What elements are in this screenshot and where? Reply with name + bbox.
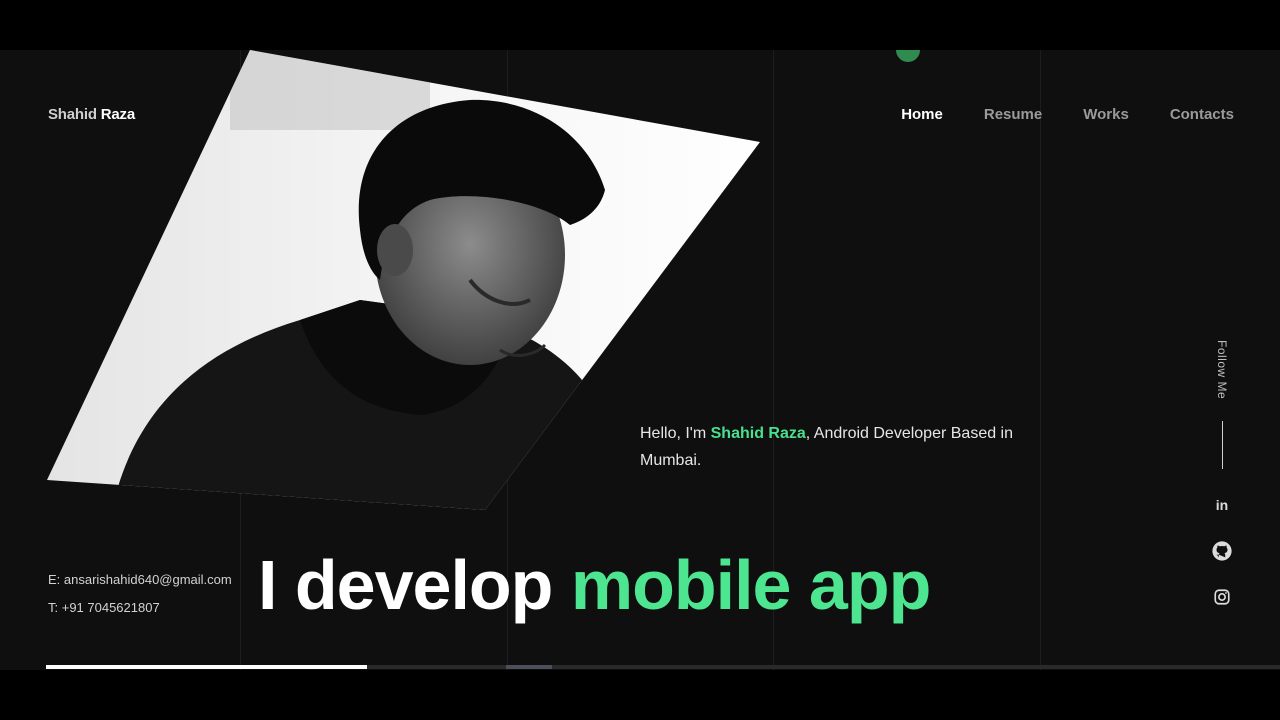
follow-label: Follow Me bbox=[1215, 340, 1229, 400]
nav-contacts[interactable]: Contacts bbox=[1170, 106, 1234, 123]
cursor-dot bbox=[896, 50, 920, 62]
nav-home[interactable]: Home bbox=[901, 106, 943, 123]
linkedin-glyph: in bbox=[1215, 497, 1229, 514]
contact-email[interactable]: E: ansarishahid640@gmail.com bbox=[48, 566, 232, 594]
slider-progress-marker bbox=[506, 665, 552, 669]
social-follow: Follow Me in bbox=[1210, 340, 1234, 609]
slider-progress-fill bbox=[46, 665, 367, 669]
site-frame: Shahid Raza Home Resume Works Contacts H… bbox=[0, 50, 1280, 670]
main-nav: Home Resume Works Contacts bbox=[901, 106, 1234, 123]
logo-last-name: Raza bbox=[100, 106, 135, 123]
intro-text: Hello, I'm Shahid Raza, Android Develope… bbox=[640, 420, 1030, 474]
headline-accent: mobile app bbox=[570, 546, 931, 624]
site-logo[interactable]: Shahid Raza bbox=[48, 106, 135, 123]
follow-divider bbox=[1221, 421, 1223, 470]
slider-progress-track bbox=[46, 665, 1280, 669]
nav-resume[interactable]: Resume bbox=[984, 106, 1042, 123]
grid-line bbox=[1040, 50, 1041, 670]
instagram-icon[interactable] bbox=[1210, 585, 1234, 609]
nav-works[interactable]: Works bbox=[1083, 106, 1129, 123]
logo-first-name: Shahid bbox=[48, 106, 97, 123]
github-icon[interactable] bbox=[1210, 539, 1234, 563]
hero-headline: I develop mobile app bbox=[258, 540, 931, 630]
linkedin-icon[interactable]: in bbox=[1210, 493, 1234, 517]
intro-name: Shahid Raza bbox=[710, 425, 806, 442]
headline-prefix: I develop bbox=[258, 546, 571, 624]
intro-prefix: Hello, I'm bbox=[640, 425, 711, 442]
contact-info: E: ansarishahid640@gmail.com T: +91 7045… bbox=[48, 566, 232, 622]
contact-phone[interactable]: T: +91 7045621807 bbox=[48, 594, 232, 622]
